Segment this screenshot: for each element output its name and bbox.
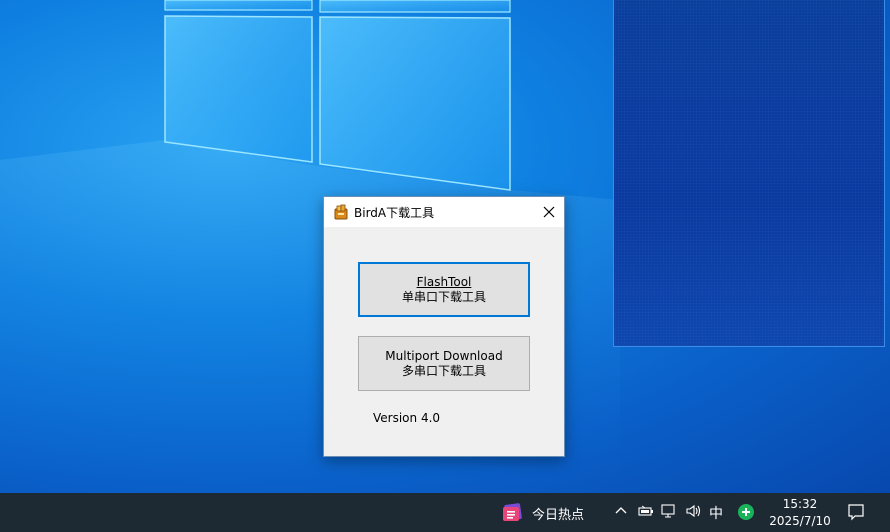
- news-widget[interactable]: 今日热点: [502, 502, 584, 524]
- battery-button[interactable]: [638, 504, 654, 518]
- network-icon: [661, 504, 675, 518]
- battery-icon: [638, 505, 653, 516]
- background-window: [613, 0, 885, 347]
- title-bar[interactable]: BirdA下载工具: [324, 197, 564, 227]
- flashtool-button[interactable]: FlashTool 单串口下载工具: [358, 262, 530, 317]
- volume-button[interactable]: [685, 504, 703, 518]
- green-app-icon: [738, 504, 754, 520]
- ime-indicator[interactable]: 中: [709, 503, 723, 523]
- chevron-up-icon: [615, 507, 627, 514]
- multiport-label: Multiport Download: [385, 348, 503, 363]
- news-icon: [503, 503, 522, 521]
- multiport-sublabel: 多串口下载工具: [401, 363, 486, 378]
- show-hidden-icons-button[interactable]: [614, 504, 628, 518]
- close-icon: [543, 206, 555, 218]
- news-label: 今日热点: [532, 507, 585, 523]
- clock-time: 15:32: [782, 497, 818, 511]
- multiport-download-button[interactable]: Multiport Download 多串口下载工具: [358, 336, 530, 391]
- flashtool-sublabel: 单串口下载工具: [401, 289, 486, 304]
- close-button[interactable]: [534, 197, 564, 227]
- taskbar: 今日热点 中 15:32 2025/7/10: [0, 493, 890, 532]
- flashtool-label: FlashTool: [416, 274, 472, 289]
- notification-icon: [848, 504, 864, 521]
- birda-app-icon: [334, 204, 348, 220]
- birda-dialog: BirdA下载工具 FlashTool 单串口下载工具 Multiport Do…: [323, 196, 565, 457]
- action-center-button[interactable]: [847, 503, 865, 525]
- version-label: Version 4.0: [373, 411, 441, 425]
- clock[interactable]: 15:32 2025/7/10: [768, 496, 832, 530]
- window-title: BirdA下载工具: [354, 206, 435, 220]
- green-app-button[interactable]: [737, 503, 755, 521]
- network-button[interactable]: [661, 504, 677, 518]
- volume-icon: [686, 504, 701, 518]
- clock-date: 2025/7/10: [769, 514, 831, 528]
